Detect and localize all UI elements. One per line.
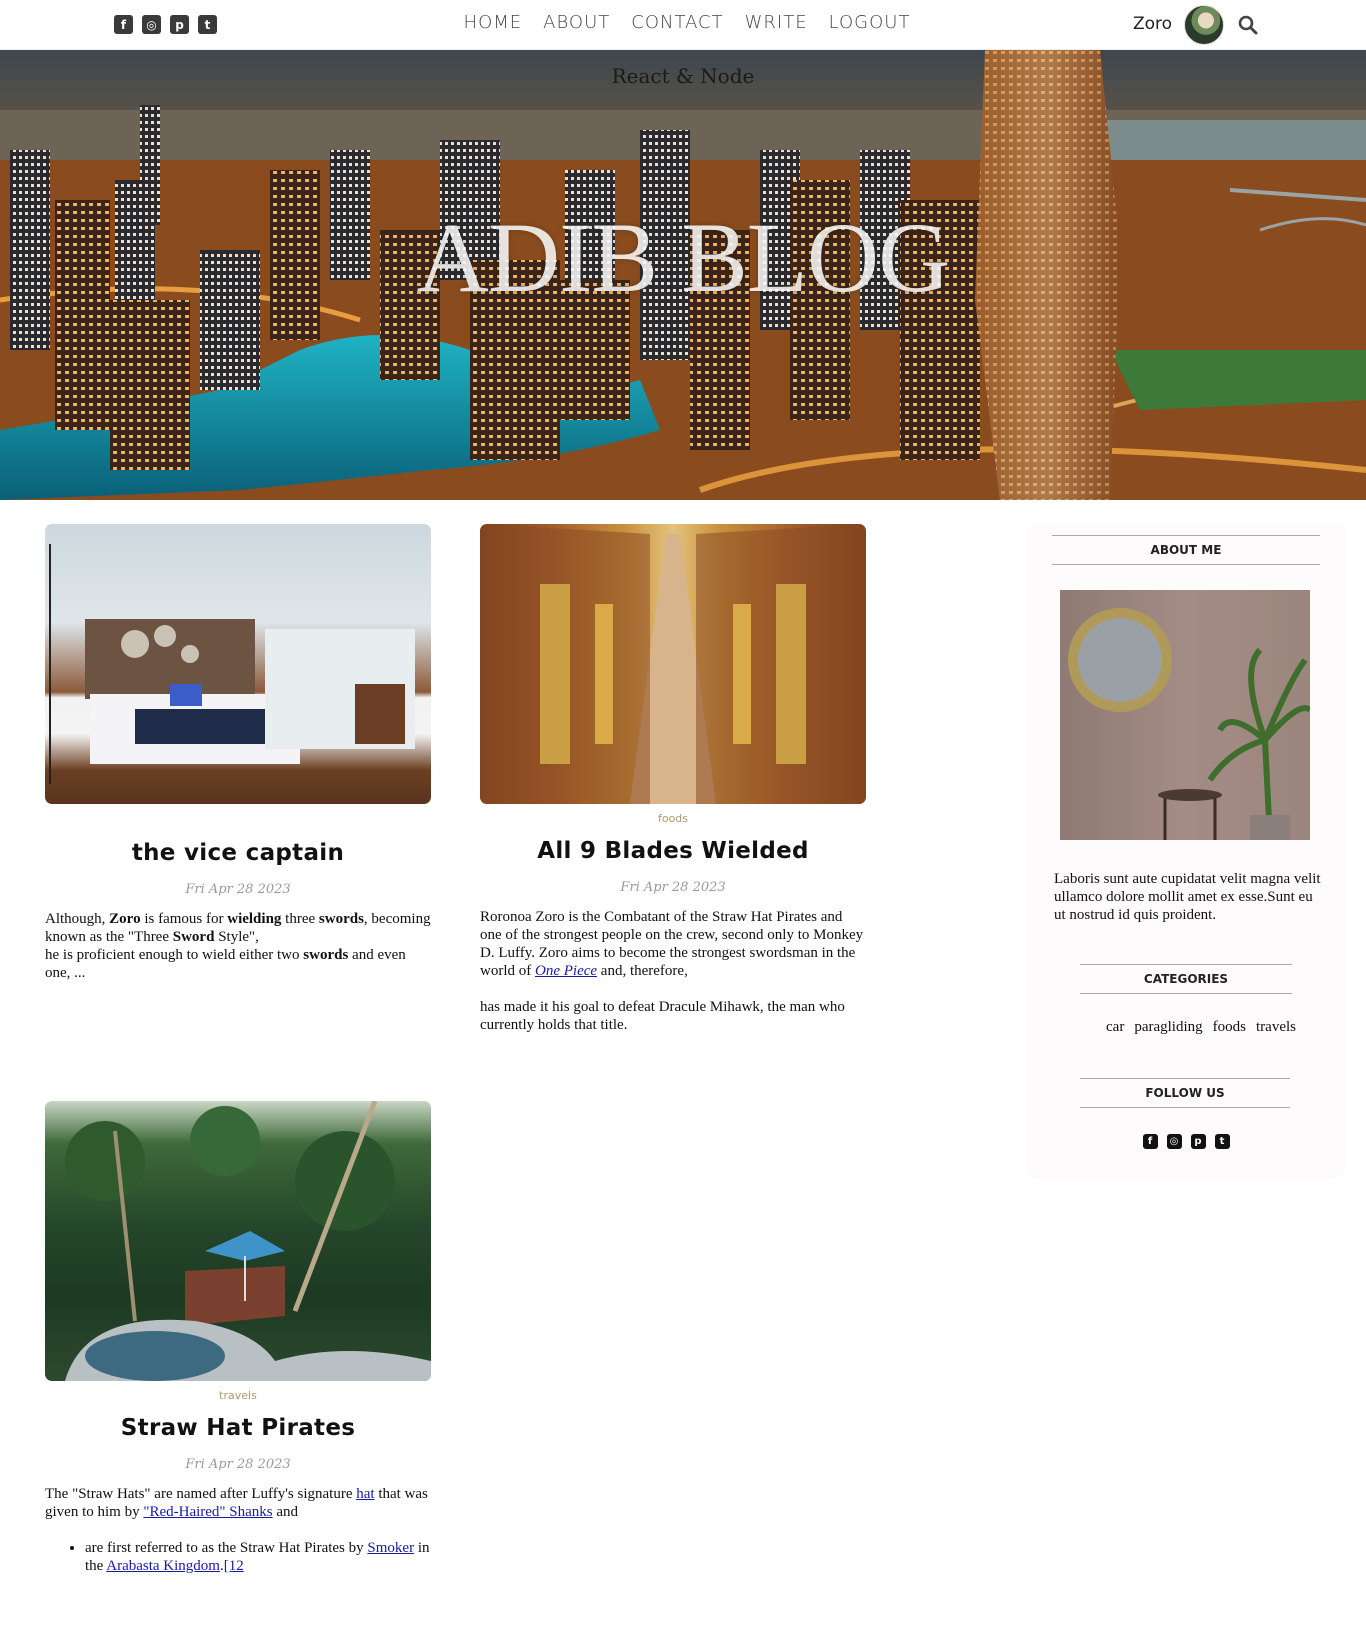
hero-title: ADIB BLOG xyxy=(416,202,951,313)
nav-about[interactable]: ABOUT xyxy=(543,12,610,33)
nav-contact[interactable]: CONTACT xyxy=(631,12,723,33)
post-category[interactable] xyxy=(45,812,431,826)
search-icon[interactable] xyxy=(1238,15,1258,35)
avatar[interactable] xyxy=(1184,5,1224,45)
post-category[interactable]: travels xyxy=(45,1389,431,1403)
post-date: Fri Apr 28 2023 xyxy=(620,880,726,895)
about-me-text: Laboris sunt aute cupidatat velit magna … xyxy=(1054,871,1321,923)
pinterest-icon[interactable]: p xyxy=(1190,1134,1206,1149)
post-description: Roronoa Zoro is the Combatant of the Str… xyxy=(480,909,864,1033)
nav-write[interactable]: WRITE xyxy=(745,12,808,33)
twitter-icon[interactable]: t xyxy=(1214,1134,1230,1149)
post-image[interactable] xyxy=(45,524,431,804)
follow-us-heading: FOLLOW US xyxy=(1080,1078,1290,1108)
reference-link[interactable]: [12 xyxy=(224,1558,244,1574)
about-me-image xyxy=(1060,590,1310,840)
description-list: are first referred to as the Straw Hat P… xyxy=(85,1539,431,1575)
categories-heading: CATEGORIES xyxy=(1080,964,1292,994)
one-piece-link[interactable]: One Piece xyxy=(535,963,597,979)
username[interactable]: Zoro xyxy=(1133,14,1172,34)
post-card[interactable]: foods All 9 Blades Wielded Fri Apr 28 20… xyxy=(480,524,866,1034)
smoker-link[interactable]: Smoker xyxy=(367,1540,414,1556)
post-description: Although, Zoro is famous for wielding th… xyxy=(45,911,431,981)
post-category[interactable]: foods xyxy=(480,812,866,826)
nav-logout[interactable]: LOGOUT xyxy=(829,12,911,33)
sidebar-social-links: f ◎ p t xyxy=(1026,1134,1346,1149)
category-paragliding[interactable]: paragliding xyxy=(1134,1019,1202,1036)
sidebar: ABOUT ME Laboris sunt aute cupidatat vel… xyxy=(1026,523,1346,1179)
post-title[interactable]: All 9 Blades Wielded xyxy=(480,838,866,864)
instagram-icon[interactable]: ◎ xyxy=(1166,1134,1182,1149)
post-image[interactable] xyxy=(480,524,866,804)
post-description: The "Straw Hats" are named after Luffy's… xyxy=(45,1485,431,1575)
nav-home[interactable]: HOME xyxy=(464,12,523,33)
post-date: Fri Apr 28 2023 xyxy=(185,1457,291,1472)
facebook-icon[interactable]: f xyxy=(1142,1134,1158,1149)
post-title[interactable]: Straw Hat Pirates xyxy=(45,1415,431,1441)
hat-link[interactable]: hat xyxy=(356,1486,374,1502)
about-me-heading: ABOUT ME xyxy=(1052,535,1320,565)
category-car[interactable]: car xyxy=(1106,1019,1124,1036)
category-foods[interactable]: foods xyxy=(1213,1019,1246,1036)
post-image[interactable] xyxy=(45,1101,431,1381)
post-date: Fri Apr 28 2023 xyxy=(185,882,291,897)
arabasta-link[interactable]: Arabasta Kingdom xyxy=(106,1558,220,1574)
post-card[interactable]: the vice captain Fri Apr 28 2023 Althoug… xyxy=(45,524,431,982)
top-bar: f ◎ p t HOME ABOUT CONTACT WRITE LOGOUT … xyxy=(0,0,1366,50)
hero-banner: React & Node ADIB BLOG xyxy=(0,50,1366,500)
hero-subtitle: React & Node xyxy=(611,64,755,88)
category-list: car paragliding foods travels xyxy=(1026,1019,1346,1036)
category-travels[interactable]: travels xyxy=(1256,1019,1296,1036)
shanks-link[interactable]: "Red-Haired" Shanks xyxy=(143,1504,272,1520)
post-card[interactable]: travels Straw Hat Pirates Fri Apr 28 202… xyxy=(45,1101,431,1575)
post-title[interactable]: the vice captain xyxy=(45,840,431,866)
